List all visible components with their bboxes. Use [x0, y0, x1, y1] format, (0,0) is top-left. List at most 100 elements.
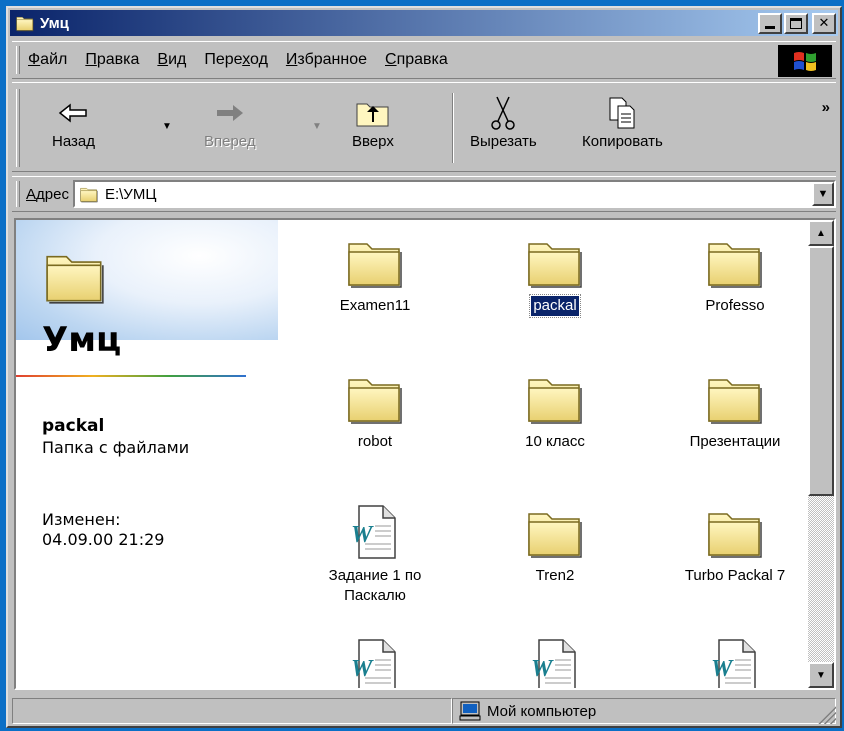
word-document-icon: [345, 638, 405, 690]
folder-icon: [525, 504, 585, 560]
file-label: robot: [357, 433, 393, 450]
up-folder-icon: [353, 93, 393, 133]
modified-value: 04.09.00 21:29: [42, 530, 165, 549]
scrollbar-thumb[interactable]: [808, 246, 834, 496]
maximize-button[interactable]: [784, 12, 808, 34]
webview-divider: [16, 375, 246, 377]
addressbar-grip[interactable]: [16, 181, 20, 207]
forward-label: Вперед: [204, 133, 256, 150]
status-pane-main: [12, 698, 452, 724]
arrow-up-icon: ▲: [816, 227, 826, 239]
resize-grip[interactable]: [818, 706, 836, 724]
folder-item[interactable]: Turbo Packal 7: [660, 504, 810, 586]
folder-content-pane[interactable]: Умц packal Папка с файлами Изменен: 04.0…: [14, 218, 836, 690]
explorer-window: Умц ✕ Файл Правка Вид Переход Избранное …: [6, 6, 842, 728]
cut-label: Вырезать: [470, 133, 537, 150]
scroll-up-button[interactable]: ▲: [808, 220, 834, 246]
menu-view[interactable]: Вид: [157, 51, 186, 69]
folder-icon: [42, 246, 108, 310]
minimize-icon: [765, 25, 775, 29]
address-input[interactable]: E:\УМЦ ▼: [72, 180, 836, 208]
up-label: Вверх: [352, 133, 394, 150]
menu-file[interactable]: Файл: [28, 51, 67, 69]
webview-folder-title: Умц: [42, 320, 122, 360]
folder-icon: [705, 504, 765, 560]
address-value: E:\УМЦ: [104, 185, 157, 203]
back-arrow-icon: [53, 93, 93, 133]
forward-arrow-icon: [210, 93, 250, 133]
back-dropdown-icon[interactable]: ▼: [162, 121, 172, 132]
folder-item[interactable]: packal: [480, 234, 630, 318]
copy-button[interactable]: Копировать: [582, 93, 663, 163]
folder-item[interactable]: robot: [300, 370, 450, 452]
document-item[interactable]: [480, 638, 630, 690]
word-document-icon: [525, 638, 585, 690]
selected-item-name: packal: [42, 416, 105, 436]
folder-icon: [345, 234, 405, 290]
selected-item-type: Папка с файлами: [42, 438, 190, 457]
title-bar[interactable]: Умц ✕: [10, 10, 838, 36]
close-icon: ✕: [818, 15, 830, 31]
folder-icon: [525, 370, 585, 426]
menubar-grip[interactable]: [16, 46, 20, 74]
toolbar-separator: [452, 93, 454, 163]
address-bar: Адрес E:\УМЦ ▼: [12, 176, 836, 212]
folder-item[interactable]: Презентации: [660, 370, 810, 452]
computer-icon: [459, 701, 481, 721]
status-zone-label: Мой компьютер: [487, 702, 597, 720]
standard-toolbar: Назад ▼ Вперед ▼ Вверх Вырезать Копирова…: [12, 82, 836, 172]
file-label: Turbo Packal 7: [684, 567, 786, 584]
file-label: 10 класс: [525, 433, 585, 450]
scissors-icon: [483, 93, 523, 133]
forward-dropdown-icon[interactable]: ▼: [312, 121, 322, 132]
copy-icon: [602, 93, 642, 133]
file-label: Professo: [705, 297, 765, 314]
document-item[interactable]: [300, 638, 450, 690]
folder-icon: [345, 370, 405, 426]
document-item[interactable]: Задание 1 по Паскалю: [300, 504, 450, 606]
minimize-button[interactable]: [758, 12, 782, 34]
window-title: Умц: [40, 14, 69, 32]
menu-help[interactable]: Справка: [385, 51, 448, 69]
address-dropdown-button[interactable]: ▼: [812, 182, 834, 206]
folder-icon: [525, 234, 585, 290]
arrow-down-icon: ▼: [816, 669, 826, 681]
modified-label: Изменен:: [42, 510, 121, 529]
scroll-down-button[interactable]: ▼: [808, 662, 834, 688]
toolbar-more-icon[interactable]: »: [822, 99, 830, 116]
folder-item[interactable]: Professo: [660, 234, 810, 316]
folder-icon: [79, 185, 99, 203]
file-label: packal: [529, 294, 581, 318]
menu-favorites[interactable]: Избранное: [286, 51, 367, 69]
toolbar-grip[interactable]: [16, 89, 20, 167]
webview-panel: Умц packal Папка с файлами Изменен: 04.0…: [16, 220, 278, 688]
folder-item[interactable]: Examen11: [300, 234, 450, 316]
file-label: Задание 1 по Паскалю: [328, 567, 422, 604]
folder-icon: [705, 370, 765, 426]
folder-item[interactable]: Tren2: [480, 504, 630, 586]
menu-edit[interactable]: Правка: [85, 51, 139, 69]
close-button[interactable]: ✕: [812, 12, 836, 34]
windows-logo-icon: [778, 45, 832, 77]
copy-label: Копировать: [582, 133, 663, 150]
folder-icon: [14, 14, 36, 32]
menu-go[interactable]: Переход: [204, 51, 268, 69]
cut-button[interactable]: Вырезать: [470, 93, 537, 163]
file-label: Презентации: [689, 433, 781, 450]
vertical-scrollbar[interactable]: ▲ ▼: [808, 220, 834, 688]
file-label: Tren2: [535, 567, 575, 584]
menu-bar: Файл Правка Вид Переход Избранное Справк…: [12, 41, 836, 79]
folder-icon: [705, 234, 765, 290]
up-button[interactable]: Вверх: [352, 93, 394, 163]
back-label: Назад: [52, 133, 95, 150]
maximize-icon: [790, 17, 802, 29]
back-button[interactable]: Назад: [52, 93, 95, 163]
file-label: Examen11: [339, 297, 411, 314]
document-item[interactable]: [660, 638, 810, 690]
chevron-down-icon: ▼: [817, 188, 829, 200]
folder-item[interactable]: 10 класс: [480, 370, 630, 452]
word-document-icon: [345, 504, 405, 560]
address-label: Адрес: [26, 185, 69, 203]
status-pane-zone: Мой компьютер: [452, 698, 836, 724]
forward-button[interactable]: Вперед: [204, 93, 256, 163]
